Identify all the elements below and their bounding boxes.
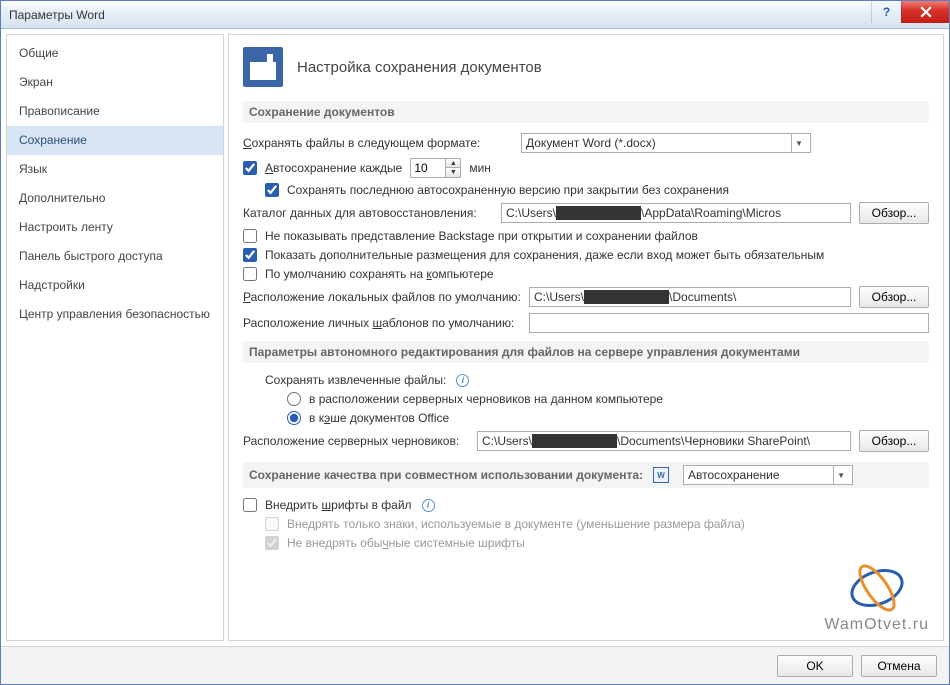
help-icon: ? [883, 5, 890, 19]
embed-fonts-checkbox[interactable] [243, 498, 257, 512]
autosave-minutes-spinner[interactable]: ▲▼ [410, 158, 461, 178]
close-icon [920, 6, 932, 18]
save-disk-icon [243, 47, 283, 87]
keep-last-version-label: Сохранять последнюю автосохраненную верс… [287, 183, 729, 197]
sidebar-item-addins[interactable]: Надстройки [7, 271, 223, 300]
document-icon: W [653, 467, 669, 483]
autosave-checkbox[interactable] [243, 161, 257, 175]
autorecover-browse-button[interactable]: Обзор... [859, 202, 929, 224]
dont-show-backstage-checkbox[interactable] [243, 229, 257, 243]
help-button[interactable]: ? [871, 1, 901, 23]
sidebar-item-general[interactable]: Общие [7, 39, 223, 68]
sidebar-item-display[interactable]: Экран [7, 68, 223, 97]
sidebar-item-save[interactable]: Сохранение [7, 126, 223, 155]
preserve-fidelity-label: Сохранение качества при совместном испол… [249, 468, 643, 482]
server-drafts-path-input[interactable] [477, 431, 851, 451]
page-heading: Настройка сохранения документов [297, 59, 542, 76]
options-dialog: Параметры Word ? Общие Экран Правописани… [0, 0, 950, 685]
embed-fonts-label: Внедрить шрифты в файл [265, 498, 412, 512]
templates-label: Расположение личных шаблонов по умолчани… [243, 316, 521, 330]
radio-server-drafts[interactable] [287, 392, 301, 406]
watermark-logo-icon [842, 560, 912, 616]
dont-embed-system-label: Не внедрять обычные системные шрифты [287, 536, 525, 550]
sidebar-item-proofing[interactable]: Правописание [7, 97, 223, 126]
spinner-down-icon[interactable]: ▼ [446, 168, 460, 177]
chevron-down-icon: ▼ [791, 134, 806, 152]
local-files-label: Расположение локальных файлов по умолчан… [243, 290, 521, 304]
sidebar-item-language[interactable]: Язык [7, 155, 223, 184]
info-icon[interactable]: i [456, 374, 469, 387]
radio-server-drafts-label: в расположении серверных черновиков на д… [309, 392, 663, 406]
dialog-footer: OK Отмена [1, 646, 949, 684]
sidebar-item-customize-ribbon[interactable]: Настроить ленту [7, 213, 223, 242]
group-save-documents: Сохранение документов [243, 101, 929, 123]
sidebar-item-trust-center[interactable]: Центр управления безопасностью [7, 300, 223, 329]
ok-button[interactable]: OK [777, 655, 853, 677]
autorecover-path-label: Каталог данных для автовосстановления: [243, 206, 493, 220]
main-panel: Настройка сохранения документов Сохранен… [228, 34, 944, 641]
local-files-path-input[interactable] [529, 287, 851, 307]
sidebar: Общие Экран Правописание Сохранение Язык… [6, 34, 224, 641]
radio-office-cache[interactable] [287, 411, 301, 425]
titlebar: Параметры Word ? [1, 1, 949, 29]
server-drafts-label: Расположение серверных черновиков: [243, 434, 469, 448]
embed-only-used-checkbox [265, 517, 279, 531]
dont-embed-system-checkbox [265, 536, 279, 550]
save-format-label: ССохранять файлы в следующем формате:охр… [243, 136, 513, 150]
group-preserve-fidelity: Сохранение качества при совместном испол… [243, 462, 929, 488]
keep-last-version-checkbox[interactable] [265, 183, 279, 197]
preserve-fidelity-select[interactable]: Автосохранение ▼ [683, 465, 853, 485]
watermark: WamOtvet.ru [824, 560, 929, 634]
watermark-text: WamOtvet.ru [824, 616, 929, 634]
autosave-label: Автосохранение каждые [265, 161, 402, 175]
dont-show-backstage-label: Не показывать представление Backstage пр… [265, 229, 698, 243]
save-format-value: Документ Word (*.docx) [526, 136, 656, 150]
autorecover-path-input[interactable] [501, 203, 851, 223]
window-title: Параметры Word [9, 8, 105, 22]
server-drafts-browse-button[interactable]: Обзор... [859, 430, 929, 452]
chevron-down-icon: ▼ [833, 466, 848, 484]
autosave-unit: мин [469, 161, 491, 175]
save-format-select[interactable]: Документ Word (*.docx) ▼ [521, 133, 811, 153]
save-local-default-checkbox[interactable] [243, 267, 257, 281]
templates-path-input[interactable] [529, 313, 929, 333]
show-additional-locations-checkbox[interactable] [243, 248, 257, 262]
save-local-default-label: По умолчанию сохранять на компьютере [265, 267, 494, 281]
sidebar-item-advanced[interactable]: Дополнительно [7, 184, 223, 213]
spinner-up-icon[interactable]: ▲ [446, 159, 460, 168]
save-extracted-label: Сохранять извлеченные файлы: [265, 373, 446, 387]
embed-only-used-label: Внедрять только знаки, используемые в до… [287, 517, 745, 531]
radio-office-cache-label: в кэше документов Office [309, 411, 449, 425]
cancel-button[interactable]: Отмена [861, 655, 937, 677]
info-icon[interactable]: i [422, 499, 435, 512]
sidebar-item-qat[interactable]: Панель быстрого доступа [7, 242, 223, 271]
group-offline-editing: Параметры автономного редактирования для… [243, 341, 929, 363]
preserve-fidelity-value: Автосохранение [688, 468, 779, 482]
local-files-browse-button[interactable]: Обзор... [859, 286, 929, 308]
close-button[interactable] [901, 1, 949, 23]
autosave-minutes-input[interactable] [411, 159, 445, 177]
show-additional-locations-label: Показать дополнительные размещения для с… [265, 248, 824, 262]
